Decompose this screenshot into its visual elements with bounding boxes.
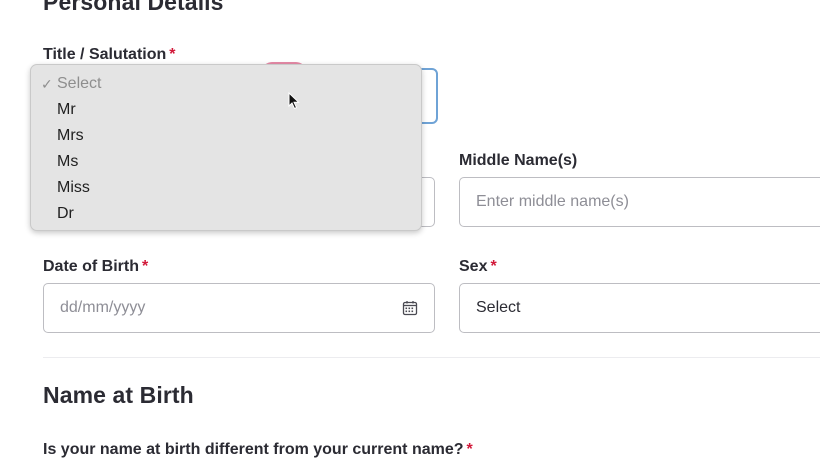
dropdown-option-select[interactable]: ✓ Select	[31, 73, 421, 99]
dropdown-option-mrs[interactable]: Mrs	[31, 125, 421, 151]
middle-names-placeholder: Enter middle name(s)	[476, 193, 629, 210]
name-at-birth-question-text: Is your name at birth different from you…	[43, 441, 464, 458]
dropdown-option-ms[interactable]: Ms	[31, 151, 421, 177]
checkmark-icon: ✓	[41, 76, 53, 92]
sex-label: Sex *	[459, 258, 497, 276]
required-mark: *	[142, 258, 149, 275]
dob-label-text: Date of Birth	[43, 258, 139, 275]
dob-label: Date of Birth *	[43, 258, 148, 276]
section-title-personal-details: Personal Details	[43, 0, 224, 15]
dropdown-option-label: Select	[57, 75, 102, 92]
dropdown-option-miss[interactable]: Miss	[31, 177, 421, 203]
dropdown-option-label: Ms	[57, 153, 79, 170]
dropdown-option-label: Miss	[57, 179, 90, 196]
required-mark: *	[490, 258, 497, 275]
required-mark: *	[466, 441, 473, 458]
dropdown-option-mr[interactable]: Mr	[31, 99, 421, 125]
sex-select-value: Select	[476, 299, 521, 316]
section-title-name-at-birth: Name at Birth	[43, 382, 194, 408]
dob-input[interactable]: dd/mm/yyyy	[43, 283, 435, 333]
dropdown-option-label: Mrs	[57, 127, 84, 144]
mouse-cursor-icon	[288, 91, 300, 115]
dropdown-option-label: Mr	[57, 101, 76, 118]
middle-names-input[interactable]: Enter middle name(s)	[459, 177, 820, 227]
middle-names-label: Middle Name(s)	[459, 152, 578, 169]
dropdown-option-label: Dr	[57, 205, 74, 222]
required-mark: *	[169, 46, 176, 63]
sex-select[interactable]: Select	[459, 283, 820, 333]
dropdown-option-dr[interactable]: Dr	[31, 203, 421, 229]
title-label-text: Title / Salutation	[43, 46, 167, 63]
dob-placeholder: dd/mm/yyyy	[60, 299, 146, 316]
title-label: Title / Salutation *	[43, 46, 176, 64]
name-at-birth-question: Is your name at birth different from you…	[43, 441, 473, 459]
section-divider	[43, 357, 820, 358]
title-dropdown-menu: ✓ Select Mr Mrs Ms Miss Dr	[30, 64, 422, 231]
calendar-icon[interactable]	[402, 300, 418, 321]
sex-label-text: Sex	[459, 258, 488, 275]
